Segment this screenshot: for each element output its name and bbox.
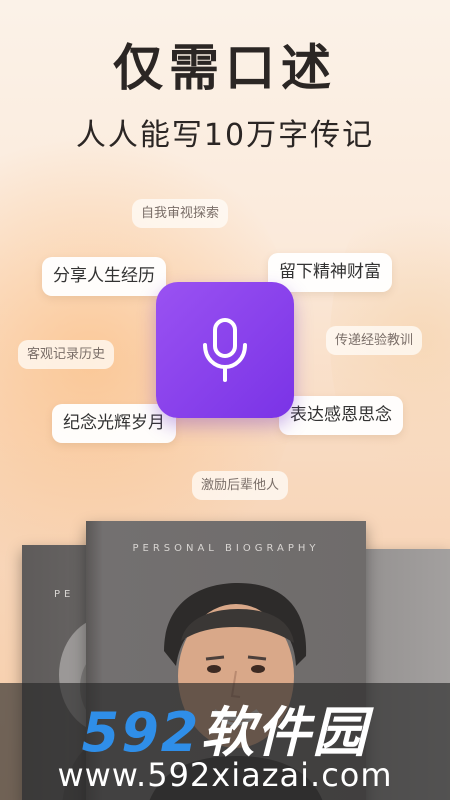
topic-bubble-record-history: 客观记录历史 <box>18 340 115 369</box>
topic-bubble-glorious-years: 纪念光辉岁月 <box>52 404 176 443</box>
topic-bubble-pass-lessons: 传递经验教训 <box>326 326 423 355</box>
watermark-brand-digits: 592 <box>81 701 201 764</box>
topic-bubble-gratitude: 表达感恩思念 <box>279 396 403 435</box>
voice-record-button[interactable] <box>156 282 294 418</box>
watermark-url: www.592xiazai.com <box>57 756 393 794</box>
topic-bubble-share-life: 分享人生经历 <box>42 257 166 296</box>
watermark-brand-text: 软件园 <box>200 701 369 764</box>
microphone-icon <box>203 318 247 382</box>
hero-subtitle: 人人能写10万字传记 <box>75 118 375 153</box>
topic-bubble-spiritual-wealth: 留下精神财富 <box>268 253 392 292</box>
topic-bubble-self-review: 自我审视探索 <box>132 199 229 228</box>
topic-bubble-inspire-others: 激励后辈他人 <box>192 471 289 500</box>
app-screen: 仅需口述 人人能写10万字传记 自我审视探索 分享人生经历 留下精神财富 客观记… <box>0 0 450 800</box>
book-main-title: PERSONAL BIOGRAPHY <box>132 543 320 554</box>
hero-title: 仅需口述 <box>113 39 337 97</box>
